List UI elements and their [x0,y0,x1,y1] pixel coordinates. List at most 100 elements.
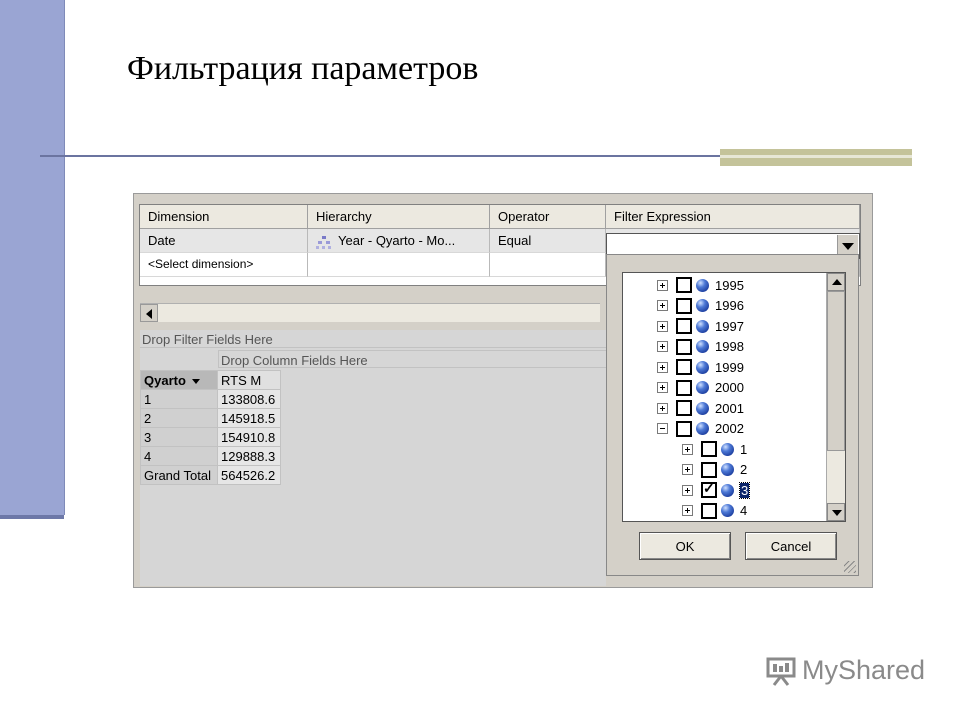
tree-node-label[interactable]: 1 [740,442,747,457]
tree-node-label[interactable]: 2000 [715,380,744,395]
tree-vertical-scrollbar[interactable] [826,273,845,521]
select-dimension-cell[interactable]: <Select dimension> [140,253,308,277]
tree-checkbox[interactable] [676,338,692,355]
header-hierarchy[interactable]: Hierarchy [308,205,490,229]
horizontal-scrollbar[interactable] [140,303,600,322]
scroll-left-icon[interactable] [140,304,158,322]
member-ball-icon [696,401,709,415]
row-value: 145918.5 [217,408,281,428]
tree-checkbox[interactable] [676,400,692,416]
tree-node[interactable]: 2000 [657,379,744,397]
tree-node[interactable]: 2001 [657,399,744,417]
measure-header[interactable]: RTS M [217,370,281,390]
member-ball-icon [696,422,709,435]
tree-node-label[interactable]: 1998 [715,339,744,354]
filter-grid-header-row: Dimension Hierarchy Operator Filter Expr… [140,205,860,229]
tree-node-label[interactable]: 1997 [715,319,744,334]
tree-checkbox[interactable] [676,297,692,314]
ok-button[interactable]: OK [639,532,731,560]
member-tree[interactable]: 1995 1996 1997 1998 1999 2000 2001 2002 1 2 3 4 [622,272,846,522]
filter-window: Dimension Hierarchy Operator Filter Expr… [133,193,873,588]
cancel-button[interactable]: Cancel [745,532,837,560]
tree-node-label[interactable]: 2001 [715,401,744,416]
drop-column-zone[interactable]: Drop Column Fields Here [218,350,606,368]
expand-icon[interactable] [657,279,668,291]
row-value: 129888.3 [217,446,281,466]
member-ball-icon [721,504,734,517]
dimension-cell[interactable]: Date [140,229,308,253]
expand-icon[interactable] [657,361,668,373]
header-filter-expression[interactable]: Filter Expression [606,205,860,229]
hierarchy-label: Year - Qyarto - Mo... [338,233,456,248]
scroll-thumb[interactable] [827,291,845,451]
pivot-table-area: Drop Filter Fields Here Drop Column Fiel… [140,330,606,586]
member-ball-icon [696,360,709,374]
tree-checkbox[interactable] [676,359,692,375]
tree-node-label[interactable]: 2002 [715,421,744,436]
drop-filter-zone[interactable]: Drop Filter Fields Here [140,330,606,348]
expand-icon[interactable] [657,341,668,352]
table-row: 2 145918.5 [140,408,281,428]
tree-checkbox[interactable] [701,502,717,519]
tree-node-label[interactable]: 3 [738,481,751,499]
tree-checkbox[interactable] [676,277,692,293]
expand-icon[interactable] [657,320,668,332]
expand-icon[interactable] [682,505,693,516]
resize-grip-icon[interactable] [844,561,856,573]
row-field-button[interactable]: Qyarto [140,370,218,390]
member-ball-icon [696,299,709,312]
expand-icon[interactable] [682,443,693,455]
header-operator[interactable]: Operator [490,205,606,229]
tree-node[interactable]: 3 [682,480,751,499]
tree-checkbox[interactable] [676,420,692,437]
member-ball-icon [721,463,734,476]
tree-node[interactable]: 1 [682,440,747,458]
tree-node-label[interactable]: 1996 [715,298,744,313]
tree-node[interactable]: 4 [682,502,747,520]
slide-sidebar-bar [0,0,65,519]
row-value: 133808.6 [217,389,281,409]
tree-node-label[interactable]: 1995 [715,278,744,293]
tree-node[interactable]: 1997 [657,317,744,335]
expand-icon[interactable] [657,300,668,311]
tree-node[interactable]: 2 [682,461,747,479]
tree-node-label[interactable]: 4 [740,503,747,518]
presentation-board-icon [766,657,796,686]
operator-cell[interactable]: Equal [490,229,606,253]
collapse-icon[interactable] [657,423,668,434]
tree-checkbox[interactable] [676,379,692,396]
tree-checkbox[interactable] [676,318,692,334]
hierarchy-cell[interactable]: Year - Qyarto - Mo... [308,229,490,253]
table-row: 3 154910.8 [140,427,281,447]
empty-operator-cell[interactable] [490,253,606,277]
tree-node[interactable]: 1999 [657,358,744,376]
tree-node[interactable]: 1996 [657,297,744,315]
expand-icon[interactable] [657,402,668,414]
row-field-label: Qyarto [144,372,186,388]
row-label: 4 [140,446,218,466]
scroll-down-icon[interactable] [827,503,845,521]
member-ball-icon [721,483,734,497]
row-field-dropdown-icon[interactable] [191,378,200,384]
member-ball-icon [696,381,709,394]
tree-node[interactable]: 2002 [657,420,744,438]
expand-icon[interactable] [682,484,693,496]
tree-node-label[interactable]: 1999 [715,360,744,375]
pivot-header-row: Qyarto RTS M [140,370,281,390]
row-label: 2 [140,408,218,428]
tree-node-label[interactable]: 2 [740,462,747,477]
tree-checkbox[interactable] [701,461,717,478]
hierarchy-icon [316,235,331,249]
row-value: 154910.8 [217,427,281,447]
grand-total-value: 564526.2 [217,465,281,485]
expand-icon[interactable] [657,382,668,393]
tree-checkbox[interactable] [701,480,717,498]
tree-node[interactable]: 1998 [657,338,744,356]
table-row-grand-total: Grand Total 564526.2 [140,465,281,485]
tree-node[interactable]: 1995 [657,276,744,294]
empty-hierarchy-cell[interactable] [308,253,490,277]
expand-icon[interactable] [682,464,693,475]
header-dimension[interactable]: Dimension [140,205,308,229]
scroll-up-icon[interactable] [827,273,845,291]
tree-checkbox[interactable] [701,441,717,457]
